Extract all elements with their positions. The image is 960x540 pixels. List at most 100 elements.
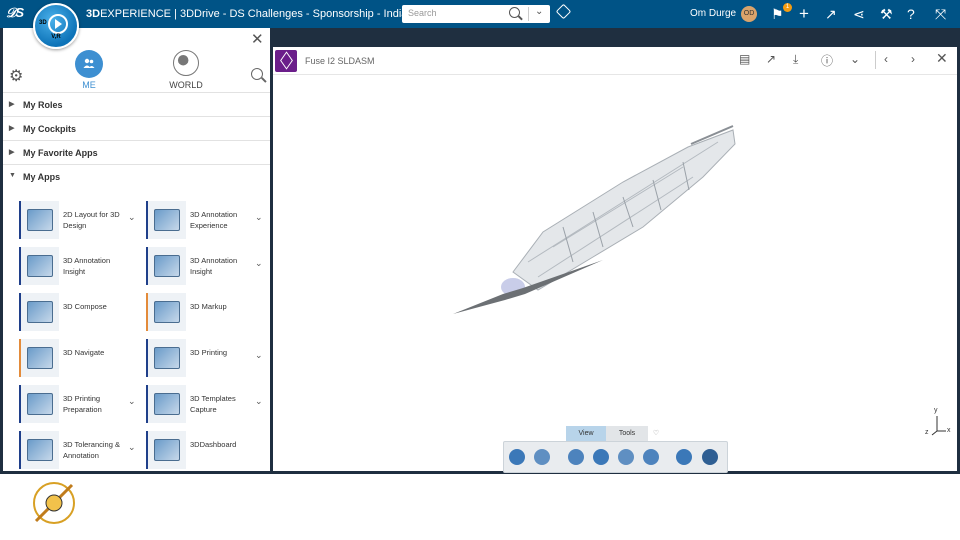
app-icon <box>146 431 186 469</box>
chevron-down-icon[interactable]: ⌄ <box>128 396 136 407</box>
network-icon[interactable]: ⋖ <box>853 5 865 23</box>
app-tile[interactable]: 3D Navigate <box>19 337 143 379</box>
view-mode-icon[interactable] <box>676 449 692 465</box>
app-icon <box>19 293 59 331</box>
close-icon[interactable]: ✕ <box>251 30 264 48</box>
app-name: 3D Compose <box>63 302 107 311</box>
caret-right-icon: ▶ <box>9 125 15 132</box>
app-name: 3D Tolerancing & Annotation <box>63 440 120 460</box>
app-tile[interactable]: 3D Printing ⌄ <box>146 337 270 379</box>
ds-logo-icon[interactable]: 𝒟S <box>6 5 24 21</box>
fit-all-icon[interactable] <box>509 449 525 465</box>
brand-bold: 3D <box>86 8 101 20</box>
tab-me-label[interactable]: ME <box>75 80 103 90</box>
axis-lines <box>931 416 946 436</box>
app-tile[interactable]: 3D Tolerancing & Annotation ⌄ <box>19 429 143 471</box>
pan-icon[interactable] <box>593 449 609 465</box>
search-box[interactable]: Search ⌄ <box>402 5 550 23</box>
context-label: 3DDrive - DS Challenges - Sponsorship - … <box>179 8 408 20</box>
tab-me[interactable] <box>75 50 103 78</box>
title-separator: | <box>174 8 177 20</box>
app-icon <box>19 201 59 239</box>
app-name: 3D Templates Capture <box>190 394 236 414</box>
people-icon <box>83 58 95 68</box>
compass[interactable]: 3D V,R <box>33 3 79 49</box>
caret-right-icon: ▶ <box>9 101 15 108</box>
app-icon <box>146 293 186 331</box>
tools-icon[interactable]: ⚒ <box>880 5 893 23</box>
tab-world-label[interactable]: WORLD <box>158 80 214 90</box>
comment-icon[interactable]: ▤ <box>739 52 750 66</box>
chevron-down-icon[interactable]: ⌄ <box>255 212 263 223</box>
section-my-cockpits[interactable]: ▶ My Cockpits <box>3 116 270 141</box>
app-icon <box>19 247 59 285</box>
top-bar: 𝒟S 3DEXPERIENCE | 3DDrive - DS Challenge… <box>0 0 960 28</box>
close-icon[interactable]: ✕ <box>936 50 948 67</box>
notification-badge: 1 <box>783 3 792 12</box>
app-title[interactable]: 3DEXPERIENCE | 3DDrive - DS Challenges -… <box>86 7 420 20</box>
app-tile[interactable]: 3D Annotation Insight ⌄ <box>146 245 270 287</box>
app-tile[interactable]: 3D Annotation Experience ⌄ <box>146 199 270 241</box>
search-input[interactable]: Search <box>408 8 437 18</box>
search-options-chevron-icon[interactable]: ⌄ <box>535 6 543 17</box>
play-icon <box>48 14 68 34</box>
3d-viewer[interactable]: Fuse I2 SLDASM ▤ ↗ ⤓ ⓘ ⌄ ‹ › ✕ View Tool… <box>273 47 957 473</box>
avatar[interactable]: OD <box>741 6 757 22</box>
app-tile[interactable]: 3DDashboard <box>146 429 270 471</box>
gear-icon[interactable]: ⚙ <box>9 66 23 86</box>
app-icon <box>146 247 186 285</box>
help-icon[interactable]: ? <box>907 5 915 23</box>
database-icon[interactable] <box>702 449 718 465</box>
search-icon[interactable] <box>251 68 263 80</box>
chevron-down-icon[interactable]: ⌄ <box>255 258 263 269</box>
app-tile[interactable]: 3D Annotation Insight <box>19 245 143 287</box>
chevron-down-icon[interactable]: ⌄ <box>850 52 860 66</box>
tab-world[interactable] <box>173 50 199 76</box>
search-icon[interactable] <box>509 7 520 18</box>
zoom-area-icon[interactable] <box>534 449 550 465</box>
notifications-icon[interactable]: ⚑ <box>771 5 784 23</box>
share-icon[interactable]: ↗ <box>766 52 776 66</box>
download-icon[interactable]: ⤓ <box>793 52 798 67</box>
apps-panel: ✕ ⚙ ME WORLD ▶ My Roles ▶ My Cockpits ▶ … <box>3 28 270 471</box>
section-my-apps[interactable]: ▼ My Apps <box>3 164 270 189</box>
chevron-down-icon[interactable]: ⌄ <box>128 212 136 223</box>
previous-icon[interactable]: ‹ <box>884 52 888 66</box>
share-icon[interactable]: ↗ <box>825 5 837 23</box>
zoom-in-out-icon[interactable] <box>643 449 659 465</box>
app-name: 3D Printing Preparation <box>63 394 102 414</box>
next-icon[interactable]: › <box>911 52 915 66</box>
user-name[interactable]: Om Durge <box>690 8 736 19</box>
section-my-favorite-apps[interactable]: ▶ My Favorite Apps <box>3 140 270 165</box>
heart-icon[interactable]: ♡ <box>650 426 662 441</box>
info-icon[interactable]: ⓘ <box>821 52 833 69</box>
section-label: My Roles <box>23 100 63 110</box>
header-divider <box>875 51 876 69</box>
zoom-icon[interactable] <box>568 449 584 465</box>
app-icon <box>146 201 186 239</box>
view-toolbar <box>503 441 728 473</box>
caret-down-icon: ▼ <box>9 172 16 179</box>
app-name: 3D Navigate <box>63 348 105 357</box>
app-tile[interactable]: 3D Compose <box>19 291 143 333</box>
chevron-down-icon[interactable]: ⌄ <box>128 442 136 453</box>
app-name: 3D Annotation Insight <box>63 256 111 276</box>
app-tile[interactable]: 3D Templates Capture ⌄ <box>146 383 270 425</box>
tab-tools[interactable]: Tools <box>606 426 648 441</box>
assembly-icon <box>275 50 297 72</box>
rotate-icon[interactable] <box>618 449 634 465</box>
chevron-down-icon[interactable]: ⌄ <box>255 350 263 361</box>
add-icon[interactable]: + <box>799 5 809 23</box>
fuselage-model[interactable] <box>443 122 743 322</box>
section-label: My Favorite Apps <box>23 148 98 158</box>
app-tile[interactable]: 3D Printing Preparation ⌄ <box>19 383 143 425</box>
chevron-down-icon[interactable]: ⌄ <box>255 396 263 407</box>
caret-right-icon: ▶ <box>9 149 15 156</box>
tag-icon[interactable] <box>555 3 572 20</box>
section-my-roles[interactable]: ▶ My Roles <box>3 92 270 117</box>
app-tile[interactable]: 3D Markup <box>146 291 270 333</box>
fullscreen-icon[interactable]: ⤧ <box>935 5 946 23</box>
app-tile[interactable]: 2D Layout for 3D Design ⌄ <box>19 199 143 241</box>
tab-view[interactable]: View <box>566 426 606 441</box>
file-name: Fuse I2 SLDASM <box>305 56 375 66</box>
